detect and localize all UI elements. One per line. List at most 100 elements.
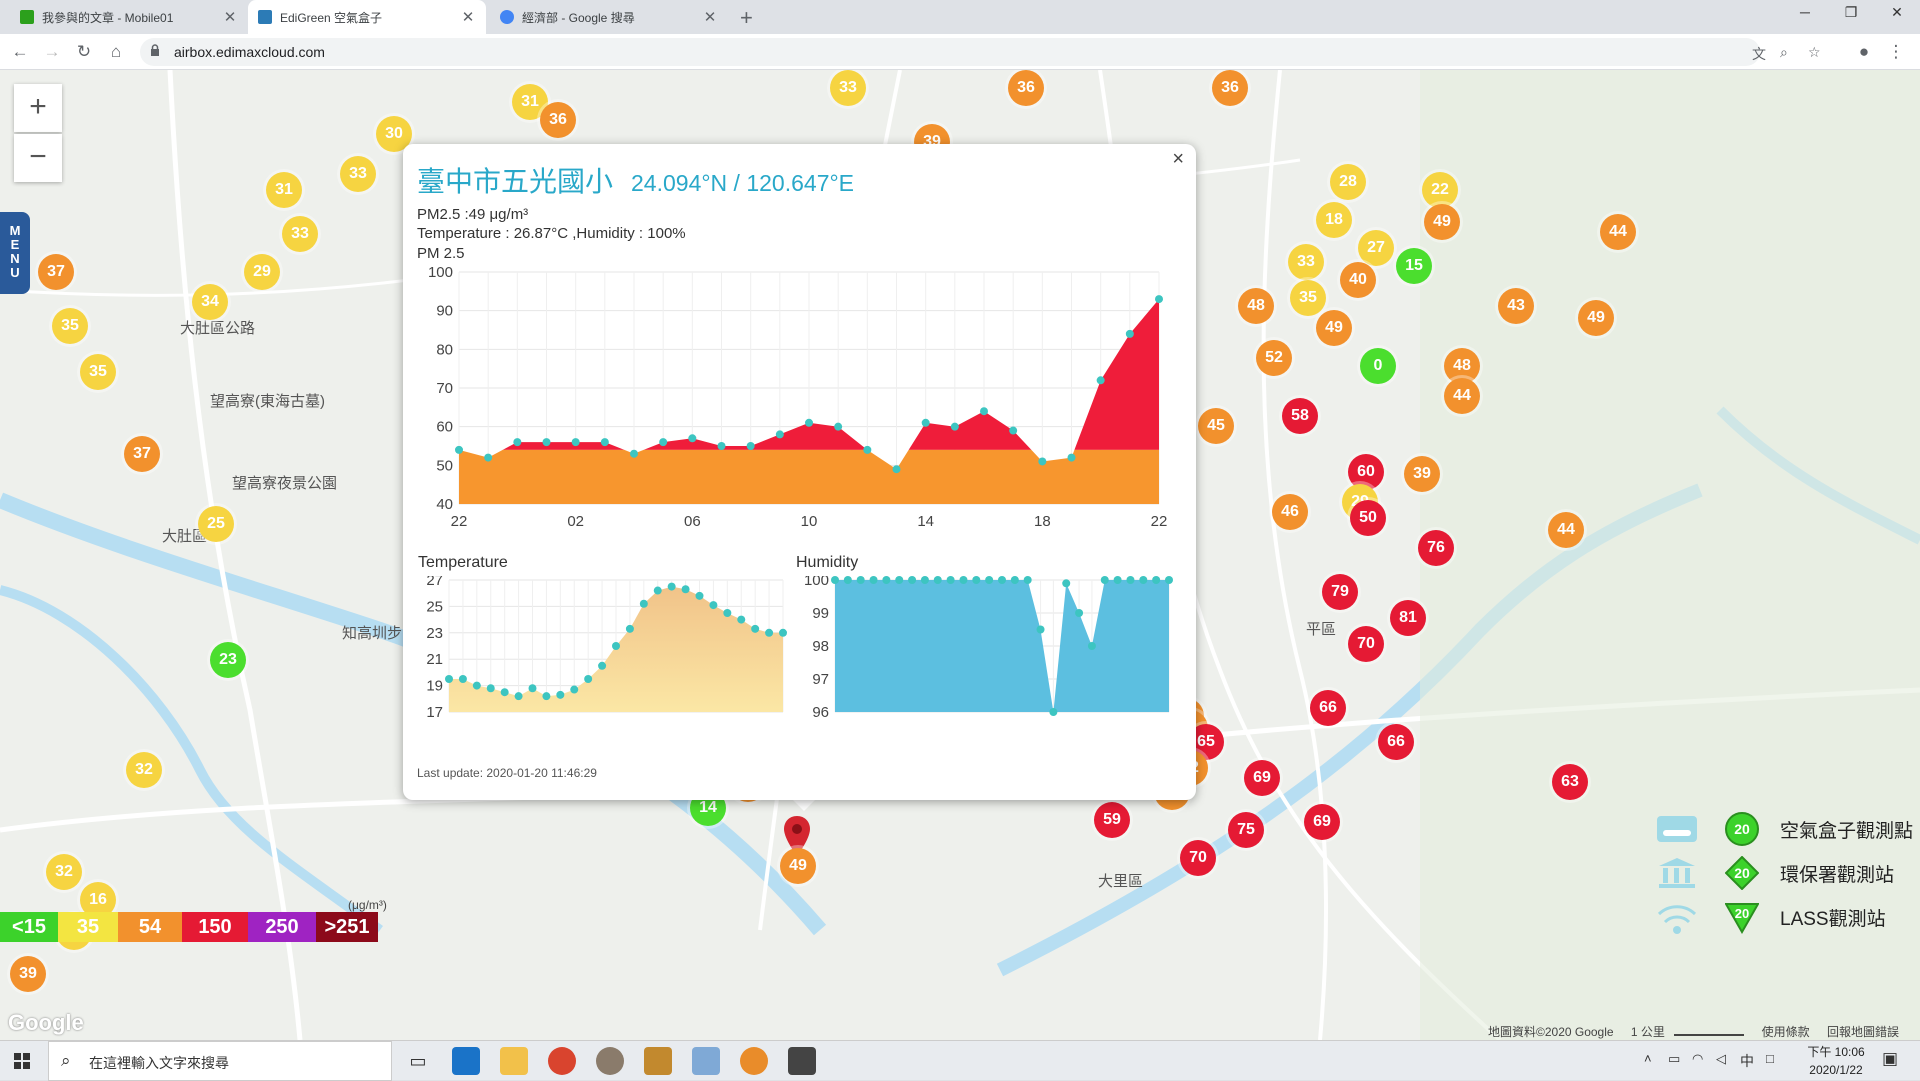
task-view-icon[interactable]: ▭ bbox=[404, 1047, 432, 1075]
station-marker[interactable]: 18 bbox=[1316, 202, 1352, 238]
app-icon[interactable] bbox=[740, 1047, 768, 1075]
chrome-icon[interactable] bbox=[548, 1047, 576, 1075]
app-icon[interactable] bbox=[596, 1047, 624, 1075]
station-marker[interactable]: 59 bbox=[1094, 802, 1130, 838]
station-marker[interactable]: 49 bbox=[1316, 310, 1352, 346]
station-marker[interactable]: 28 bbox=[1330, 164, 1366, 200]
home-icon[interactable]: ⌂ bbox=[104, 40, 128, 64]
station-marker[interactable]: 27 bbox=[1358, 230, 1394, 266]
station-marker[interactable]: 25 bbox=[198, 506, 234, 542]
station-marker[interactable]: 44 bbox=[1600, 214, 1636, 250]
terms-link[interactable]: 使用條款 bbox=[1762, 1025, 1810, 1039]
edge-icon[interactable] bbox=[452, 1047, 480, 1075]
station-marker[interactable]: 52 bbox=[1256, 340, 1292, 376]
address-bar[interactable]: airbox.edimaxcloud.com 文 ⌕ ☆ bbox=[140, 38, 1821, 66]
app-icon[interactable] bbox=[692, 1047, 720, 1075]
close-icon[interactable]: × bbox=[1172, 148, 1184, 171]
station-marker[interactable]: 79 bbox=[1322, 574, 1358, 610]
station-marker[interactable]: 44 bbox=[1444, 378, 1480, 414]
back-icon[interactable]: ← bbox=[8, 40, 32, 64]
close-tab-icon[interactable]: ✕ bbox=[460, 8, 476, 26]
app-icon[interactable] bbox=[644, 1047, 672, 1075]
report-error-link[interactable]: 回報地圖錯誤 bbox=[1827, 1025, 1899, 1039]
station-marker[interactable]: 33 bbox=[340, 156, 376, 192]
station-marker[interactable]: 35 bbox=[80, 354, 116, 390]
taskbar-search-box[interactable]: ⌕ 在這裡輸入文字來搜尋 bbox=[48, 1041, 392, 1081]
minimize-icon[interactable]: ─ bbox=[1782, 4, 1828, 20]
windows-start-icon[interactable] bbox=[14, 1053, 30, 1069]
new-tab-icon[interactable]: + bbox=[740, 5, 753, 31]
tab-edigreen[interactable]: EdiGreen 空氣盒子 ✕ bbox=[248, 0, 486, 34]
data-point bbox=[455, 445, 463, 454]
station-marker[interactable]: 33 bbox=[830, 70, 866, 106]
zoom-out-button[interactable]: − bbox=[14, 134, 62, 182]
station-marker[interactable]: 35 bbox=[52, 308, 88, 344]
menu-button[interactable]: MENU bbox=[0, 212, 30, 294]
wifi-icon[interactable]: ◠ bbox=[1692, 1051, 1703, 1067]
zoom-icon[interactable]: ⌕ bbox=[1780, 44, 1788, 61]
restore-icon[interactable]: ❐ bbox=[1828, 4, 1874, 21]
station-marker[interactable]: 48 bbox=[1238, 288, 1274, 324]
station-marker[interactable]: 70 bbox=[1348, 626, 1384, 662]
station-marker[interactable]: 33 bbox=[282, 216, 318, 252]
station-marker[interactable]: 43 bbox=[1498, 288, 1534, 324]
station-marker[interactable]: 50 bbox=[1350, 500, 1386, 536]
ime-indicator[interactable]: 中 bbox=[1740, 1051, 1754, 1071]
station-marker[interactable]: 69 bbox=[1244, 760, 1280, 796]
station-marker[interactable]: 46 bbox=[1272, 494, 1308, 530]
station-marker[interactable]: 0 bbox=[1360, 348, 1396, 384]
station-marker[interactable]: 44 bbox=[1548, 512, 1584, 548]
notification-icon[interactable]: ▣ bbox=[1882, 1049, 1898, 1069]
station-marker[interactable]: 34 bbox=[192, 284, 228, 320]
station-marker[interactable]: 37 bbox=[38, 254, 74, 290]
app-icon[interactable] bbox=[788, 1047, 816, 1075]
forward-icon[interactable]: → bbox=[40, 40, 64, 64]
station-marker[interactable]: 22 bbox=[1422, 172, 1458, 208]
volume-icon[interactable]: ◁ bbox=[1716, 1051, 1726, 1067]
station-marker[interactable]: 49 bbox=[1424, 204, 1460, 240]
station-marker[interactable]: 58 bbox=[1282, 398, 1318, 434]
taskbar-clock[interactable]: 下午 10:06 2020/1/22 bbox=[1800, 1043, 1872, 1079]
file-explorer-icon[interactable] bbox=[500, 1047, 528, 1075]
close-window-icon[interactable]: ✕ bbox=[1874, 4, 1920, 21]
station-marker[interactable]: 76 bbox=[1418, 530, 1454, 566]
station-marker[interactable]: 75 bbox=[1228, 812, 1264, 848]
station-marker[interactable]: 29 bbox=[244, 254, 280, 290]
battery-icon[interactable]: ▭ bbox=[1668, 1051, 1680, 1067]
station-marker[interactable]: 63 bbox=[1552, 764, 1588, 800]
reload-icon[interactable]: ↻ bbox=[72, 40, 96, 64]
station-marker[interactable]: 32 bbox=[46, 854, 82, 890]
station-marker[interactable]: 40 bbox=[1340, 262, 1376, 298]
station-marker[interactable]: 66 bbox=[1310, 690, 1346, 726]
ime-mode-icon[interactable]: □ bbox=[1766, 1051, 1774, 1066]
station-marker[interactable]: 39 bbox=[10, 956, 46, 992]
station-marker[interactable]: 66 bbox=[1378, 724, 1414, 760]
station-marker[interactable]: 36 bbox=[1212, 70, 1248, 106]
translate-icon[interactable]: 文 bbox=[1752, 44, 1766, 64]
station-marker[interactable]: 32 bbox=[126, 752, 162, 788]
close-tab-icon[interactable]: ✕ bbox=[222, 8, 238, 26]
station-marker[interactable]: 35 bbox=[1290, 280, 1326, 316]
station-marker[interactable]: 36 bbox=[1008, 70, 1044, 106]
close-tab-icon[interactable]: ✕ bbox=[702, 8, 718, 26]
station-marker[interactable]: 36 bbox=[540, 102, 576, 138]
bookmark-star-icon[interactable]: ☆ bbox=[1808, 44, 1821, 61]
station-marker[interactable]: 49 bbox=[1578, 300, 1614, 336]
station-marker[interactable]: 15 bbox=[1396, 248, 1432, 284]
station-marker[interactable]: 31 bbox=[266, 172, 302, 208]
station-marker[interactable]: 33 bbox=[1288, 244, 1324, 280]
station-marker[interactable]: 45 bbox=[1198, 408, 1234, 444]
profile-icon[interactable]: ● bbox=[1852, 40, 1876, 64]
station-marker[interactable]: 70 bbox=[1180, 840, 1216, 876]
tab-mobile01[interactable]: 我參與的文章 - Mobile01 ✕ bbox=[10, 0, 248, 34]
selected-station-marker[interactable]: 49 bbox=[780, 848, 816, 884]
more-menu-icon[interactable]: ⋮ bbox=[1884, 40, 1908, 64]
station-marker[interactable]: 39 bbox=[1404, 456, 1440, 492]
zoom-in-button[interactable]: + bbox=[14, 84, 62, 132]
tray-chevron-icon[interactable]: ˄ bbox=[1644, 1051, 1652, 1066]
station-marker[interactable]: 23 bbox=[210, 642, 246, 678]
station-marker[interactable]: 37 bbox=[124, 436, 160, 472]
station-marker[interactable]: 69 bbox=[1304, 804, 1340, 840]
station-marker[interactable]: 81 bbox=[1390, 600, 1426, 636]
tab-google-search[interactable]: 經濟部 - Google 搜尋 ✕ bbox=[490, 0, 728, 34]
